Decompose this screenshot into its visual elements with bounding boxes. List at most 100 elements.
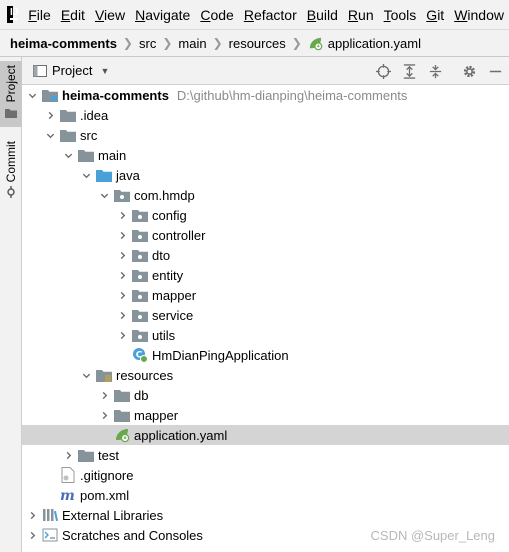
chevron-right-icon[interactable]: [26, 525, 38, 545]
tree-row-com-hmdp[interactable]: com.hmdp: [22, 185, 509, 205]
breadcrumb-file[interactable]: application.yaml: [304, 35, 425, 51]
chevron-right-icon: ❯: [162, 36, 173, 50]
chevron-right-icon[interactable]: [116, 265, 128, 285]
maven-icon: m: [60, 487, 76, 503]
tree-row-application-class[interactable]: C HmDianPingApplication: [22, 345, 509, 365]
package-icon: [132, 247, 148, 263]
chevron-down-icon[interactable]: [98, 185, 110, 205]
locate-file-icon[interactable]: [375, 63, 391, 79]
tree-row-db[interactable]: db: [22, 385, 509, 405]
menu-bar: IJ File Edit View Navigate Code Refactor…: [0, 0, 509, 29]
tree-row-java[interactable]: java: [22, 165, 509, 185]
gear-icon[interactable]: [461, 63, 477, 79]
minimize-icon[interactable]: [487, 63, 503, 79]
tree-row-utils[interactable]: utils: [22, 325, 509, 345]
scratches-icon: [42, 527, 58, 543]
tree-row-project-root[interactable]: heima-comments D:\github\hm-dianping\hei…: [22, 85, 509, 105]
tree-row-mapper[interactable]: mapper: [22, 285, 509, 305]
chevron-right-icon[interactable]: [98, 385, 110, 405]
tree-label: service: [152, 307, 194, 323]
tree-row-resources[interactable]: resources: [22, 365, 509, 385]
chevron-down-icon[interactable]: [80, 365, 92, 385]
chevron-right-icon[interactable]: [116, 205, 128, 225]
tree-row-gitignore[interactable]: .gitignore: [22, 465, 509, 485]
chevron-right-icon[interactable]: [98, 405, 110, 425]
chevron-down-icon[interactable]: [80, 165, 92, 185]
chevron-right-icon[interactable]: [26, 505, 38, 525]
chevron-right-icon: ❯: [291, 36, 302, 50]
collapse-all-icon[interactable]: [427, 63, 443, 79]
chevron-right-icon[interactable]: [116, 225, 128, 245]
menu-run[interactable]: Run: [343, 7, 379, 23]
menu-code[interactable]: Code: [195, 7, 238, 23]
tree-label: pom.xml: [80, 487, 130, 503]
breadcrumb-project[interactable]: heima-comments: [0, 36, 121, 51]
menu-tools[interactable]: Tools: [379, 7, 422, 23]
library-icon: [42, 507, 58, 523]
chevron-right-icon[interactable]: [44, 105, 56, 125]
package-icon: [114, 187, 130, 203]
folder-icon: [114, 387, 130, 403]
package-icon: [132, 287, 148, 303]
chevron-right-icon: ❯: [122, 36, 133, 50]
chevron-down-icon[interactable]: [62, 145, 74, 165]
chevron-right-icon[interactable]: [116, 245, 128, 265]
tab-commit[interactable]: Commit: [0, 137, 22, 205]
tree-row-external-libraries[interactable]: External Libraries: [22, 505, 509, 525]
menu-build[interactable]: Build: [302, 7, 343, 23]
tab-project[interactable]: Project: [0, 61, 22, 128]
tree-label: src: [80, 127, 98, 143]
menu-git[interactable]: Git: [421, 7, 449, 23]
chevron-right-icon[interactable]: [116, 305, 128, 325]
project-panel-header: Project ▼: [22, 57, 509, 85]
tree-row-idea[interactable]: .idea: [22, 105, 509, 125]
tree-label: External Libraries: [62, 507, 164, 523]
menu-refactor[interactable]: Refactor: [239, 7, 302, 23]
tree-label: controller: [152, 227, 206, 243]
module-folder-icon: [42, 87, 58, 103]
chevron-down-icon[interactable]: [26, 85, 38, 105]
menu-file[interactable]: File: [23, 7, 56, 23]
menu-view[interactable]: View: [90, 7, 130, 23]
chevron-right-icon[interactable]: [116, 325, 128, 345]
tree-label: entity: [152, 267, 184, 283]
expand-all-icon[interactable]: [401, 63, 417, 79]
menu-navigate[interactable]: Navigate: [130, 7, 195, 23]
tree-row-main[interactable]: main: [22, 145, 509, 165]
tree-label: db: [134, 387, 149, 403]
chevron-right-icon[interactable]: [62, 445, 74, 465]
tree-row-src[interactable]: src: [22, 125, 509, 145]
breadcrumb-main[interactable]: main: [174, 36, 210, 51]
chevron-down-icon[interactable]: [44, 125, 56, 145]
svg-text:m: m: [60, 488, 75, 502]
package-icon: [132, 307, 148, 323]
menu-edit[interactable]: Edit: [56, 7, 90, 23]
folder-icon: [5, 106, 17, 121]
breadcrumb-src[interactable]: src: [135, 36, 160, 51]
menu-window[interactable]: Window: [449, 7, 509, 23]
project-window-icon: [32, 63, 48, 79]
tree-path: D:\github\hm-dianping\heima-comments: [176, 87, 408, 103]
tree-label: test: [98, 447, 119, 463]
chevron-right-icon[interactable]: [116, 285, 128, 305]
tree-row-entity[interactable]: entity: [22, 265, 509, 285]
tree-label: .idea: [80, 107, 109, 123]
tree-row-pom[interactable]: m pom.xml: [22, 485, 509, 505]
tree-row-controller[interactable]: controller: [22, 225, 509, 245]
commit-icon: [5, 186, 17, 201]
tree-row-dto[interactable]: dto: [22, 245, 509, 265]
tree-label: java: [116, 167, 140, 183]
source-folder-icon: [96, 167, 112, 183]
tree-row-resources-mapper[interactable]: mapper: [22, 405, 509, 425]
tree-row-config[interactable]: config: [22, 205, 509, 225]
chevron-right-icon: ❯: [212, 36, 223, 50]
watermark: CSDN @Super_Leng: [370, 528, 495, 543]
project-view-selector[interactable]: Project ▼: [32, 63, 109, 79]
tree-row-application-yaml[interactable]: application.yaml: [22, 425, 509, 445]
tree-row-service[interactable]: service: [22, 305, 509, 325]
tree-label: main: [98, 147, 127, 163]
tree-label: config: [152, 207, 187, 223]
gitignore-file-icon: [60, 467, 76, 483]
tree-row-test[interactable]: test: [22, 445, 509, 465]
breadcrumb-resources[interactable]: resources: [225, 36, 290, 51]
